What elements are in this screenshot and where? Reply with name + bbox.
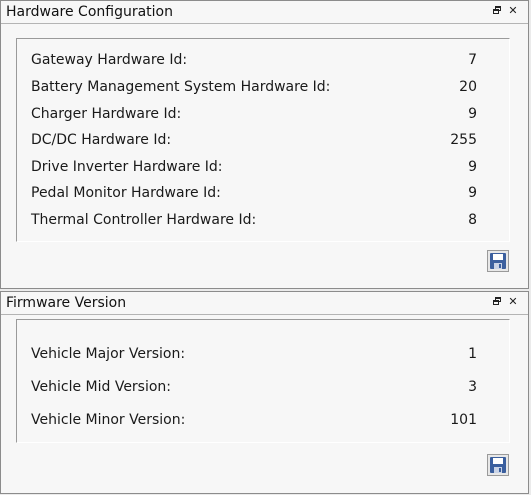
thermal-controller-hardware-id-row: Thermal Controller Hardware Id: 8 [31, 210, 477, 230]
row-value: 255 [450, 132, 477, 148]
row-label: Drive Inverter Hardware Id: [31, 159, 223, 175]
firmware-version-panel: Firmware Version ✕ Vehicle Major Version… [0, 291, 529, 494]
row-value: 9 [468, 106, 477, 122]
close-icon[interactable]: ✕ [506, 4, 520, 18]
restore-icon[interactable] [490, 295, 504, 309]
row-value: 7 [468, 52, 477, 68]
row-label: Vehicle Minor Version: [31, 412, 186, 428]
bms-hardware-id-row: Battery Management System Hardware Id: 2… [31, 77, 477, 97]
row-label: Vehicle Major Version: [31, 346, 186, 362]
row-label: Gateway Hardware Id: [31, 52, 188, 68]
gateway-hardware-id-row: Gateway Hardware Id: 7 [31, 50, 477, 70]
vehicle-minor-version-row: Vehicle Minor Version: 101 [31, 410, 477, 430]
row-value: 8 [468, 212, 477, 228]
vehicle-major-version-row: Vehicle Major Version: 1 [31, 344, 477, 364]
row-value: 20 [459, 79, 477, 95]
firmware-version-group: Vehicle Major Version: 1 Vehicle Mid Ver… [16, 319, 510, 443]
restore-icon[interactable] [490, 4, 504, 18]
save-button[interactable] [487, 454, 509, 476]
row-value: 1 [468, 346, 477, 362]
row-value: 9 [468, 159, 477, 175]
save-icon [487, 454, 509, 476]
row-label: Charger Hardware Id: [31, 106, 182, 122]
row-label: DC/DC Hardware Id: [31, 132, 172, 148]
panel-header: Firmware Version ✕ [1, 292, 528, 315]
row-value: 9 [468, 185, 477, 201]
save-button[interactable] [487, 250, 509, 272]
row-label: Vehicle Mid Version: [31, 379, 172, 395]
row-value: 3 [468, 379, 477, 395]
panel-title: Firmware Version [6, 295, 127, 311]
row-label: Thermal Controller Hardware Id: [31, 212, 257, 228]
row-label: Battery Management System Hardware Id: [31, 79, 331, 95]
pedal-monitor-hardware-id-row: Pedal Monitor Hardware Id: 9 [31, 183, 477, 203]
close-icon[interactable]: ✕ [506, 295, 520, 309]
save-icon [487, 250, 509, 272]
row-value: 101 [450, 412, 477, 428]
panel-header: Hardware Configuration ✕ [1, 1, 528, 24]
drive-inverter-hardware-id-row: Drive Inverter Hardware Id: 9 [31, 157, 477, 177]
row-label: Pedal Monitor Hardware Id: [31, 185, 221, 201]
hardware-id-group: Gateway Hardware Id: 7 Battery Managemen… [16, 38, 510, 242]
charger-hardware-id-row: Charger Hardware Id: 9 [31, 104, 477, 124]
hardware-configuration-panel: Hardware Configuration ✕ Gateway Hardwar… [0, 0, 529, 289]
dcdc-hardware-id-row: DC/DC Hardware Id: 255 [31, 130, 477, 150]
vehicle-mid-version-row: Vehicle Mid Version: 3 [31, 377, 477, 397]
panel-title: Hardware Configuration [6, 4, 173, 20]
